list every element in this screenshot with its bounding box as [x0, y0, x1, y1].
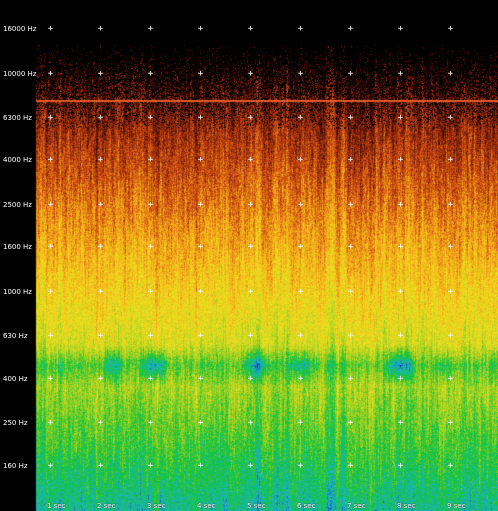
spectrogram-canvas — [0, 0, 498, 511]
